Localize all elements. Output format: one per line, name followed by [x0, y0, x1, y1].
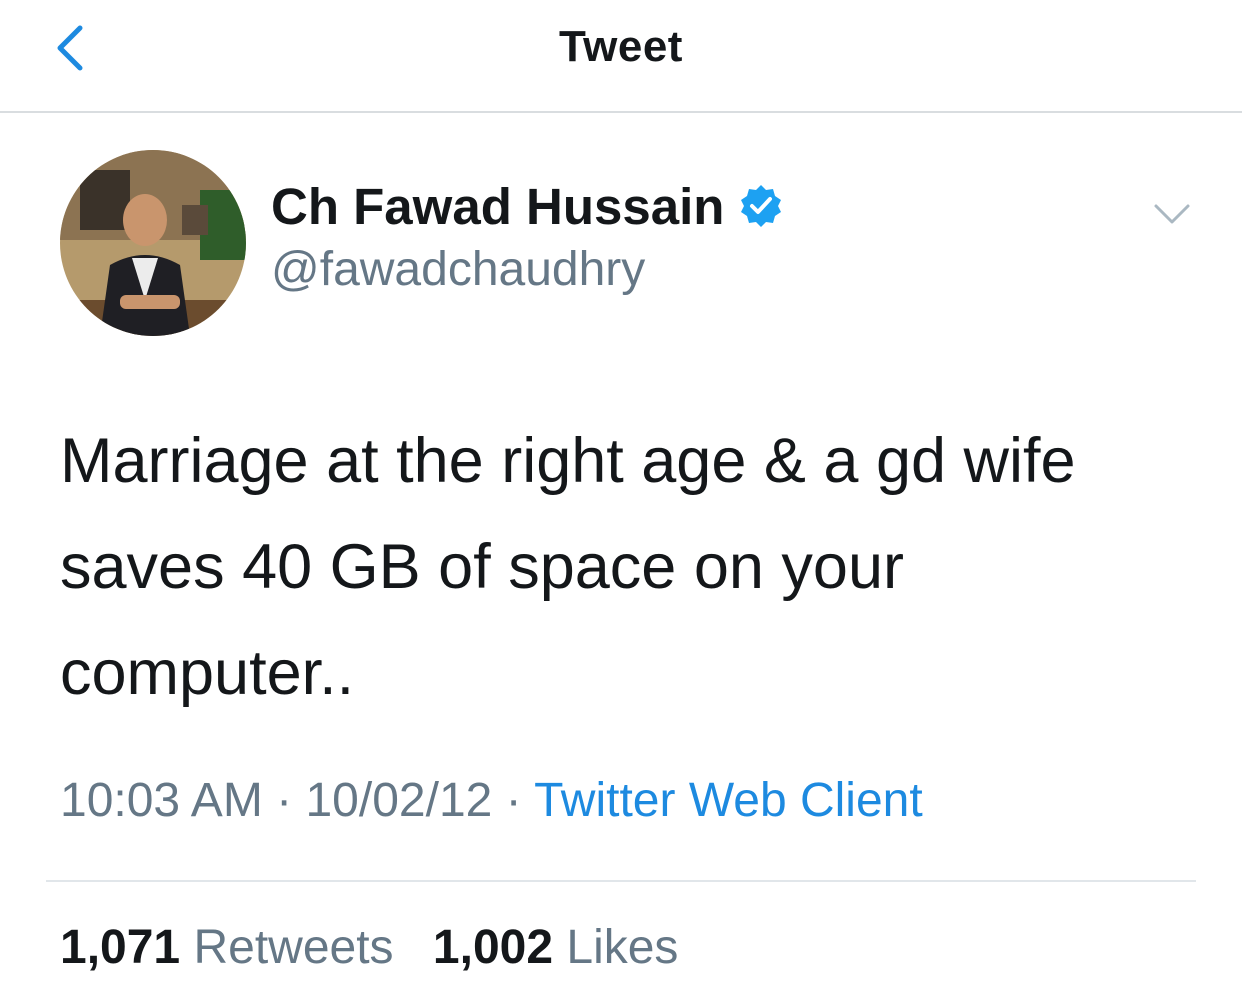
- separator: ·: [505, 774, 522, 827]
- author-name-row: Ch Fawad Hussain: [271, 176, 784, 236]
- more-options-button[interactable]: [1150, 196, 1194, 232]
- verified-badge-icon: [738, 183, 784, 229]
- retweets-stat[interactable]: 1,071 Retweets: [60, 920, 394, 975]
- divider: [46, 880, 1196, 882]
- page-title: Tweet: [559, 22, 683, 71]
- likes-stat[interactable]: 1,002 Likes: [433, 920, 679, 975]
- tweet-date: 10/02/12: [305, 774, 493, 827]
- tweet-metadata: 10:03 AM · 10/02/12 · Twitter Web Client: [60, 773, 923, 828]
- likes-count: 1,002: [432, 921, 554, 974]
- engagement-stats: 1,071 Retweets 1,002 Likes: [60, 920, 678, 975]
- retweets-count: 1,071: [60, 921, 181, 974]
- tweet-text: Marriage at the right age & a gd wife sa…: [60, 408, 1200, 726]
- author-name[interactable]: Ch Fawad Hussain: [271, 177, 724, 236]
- tweet-text-line: computer..: [60, 638, 355, 708]
- separator: ·: [276, 774, 293, 827]
- likes-label: Likes: [566, 921, 679, 974]
- nav-bar: Tweet: [0, 0, 1242, 113]
- author-handle[interactable]: @fawadchaudhry: [271, 242, 645, 297]
- retweets-label: Retweets: [193, 921, 394, 974]
- tweet-source-link[interactable]: Twitter Web Client: [534, 774, 923, 827]
- tweet-text-line: Marriage at the right age & a gd wife: [60, 426, 1076, 496]
- tweet-text-line: saves 40 GB of space on your: [60, 532, 904, 602]
- tweet-time: 10:03 AM: [60, 774, 263, 827]
- avatar[interactable]: [60, 150, 246, 336]
- chevron-down-icon: [1154, 204, 1190, 224]
